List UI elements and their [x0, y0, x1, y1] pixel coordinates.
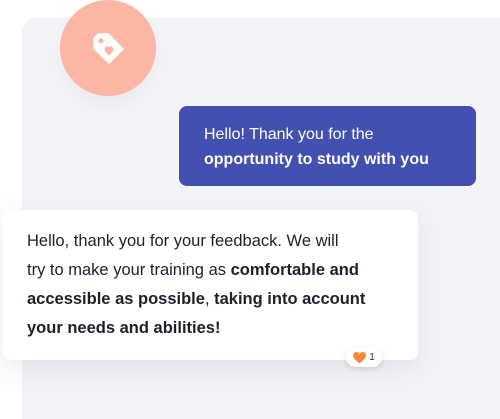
message-text-bold: accessible as possible [27, 290, 205, 308]
message-text: Hello, thank you for your feedback. We w… [27, 232, 339, 250]
incoming-message-bubble: Hello, thank you for your feedback. We w… [3, 210, 418, 360]
incoming-message-line: accessible as possible, taking into acco… [27, 285, 398, 314]
chat-screen: Hello! Thank you for the opportunity to … [0, 0, 500, 419]
message-text-bold: your needs and abilities! [27, 319, 221, 337]
outgoing-message-line-bold: opportunity to study with you [204, 151, 429, 168]
outgoing-message-line: Hello! Thank you for the [204, 126, 374, 143]
heart-icon [353, 351, 367, 363]
reaction-badge[interactable]: 1 [346, 348, 382, 367]
message-text-bold: comfortable and [230, 261, 359, 279]
message-text-bold: taking into account [214, 290, 366, 308]
incoming-message-line: Hello, thank you for your feedback. We w… [27, 227, 398, 256]
message-text: , [204, 290, 215, 308]
incoming-message-line: your needs and abilities! [27, 314, 398, 343]
message-text: try to make your training as [27, 261, 231, 279]
outgoing-message-bubble: Hello! Thank you for the opportunity to … [179, 106, 476, 186]
incoming-message-line: try to make your training as comfortable… [27, 256, 398, 285]
avatar [60, 0, 156, 96]
heart-tag-icon [93, 33, 124, 64]
reaction-count: 1 [369, 351, 375, 363]
